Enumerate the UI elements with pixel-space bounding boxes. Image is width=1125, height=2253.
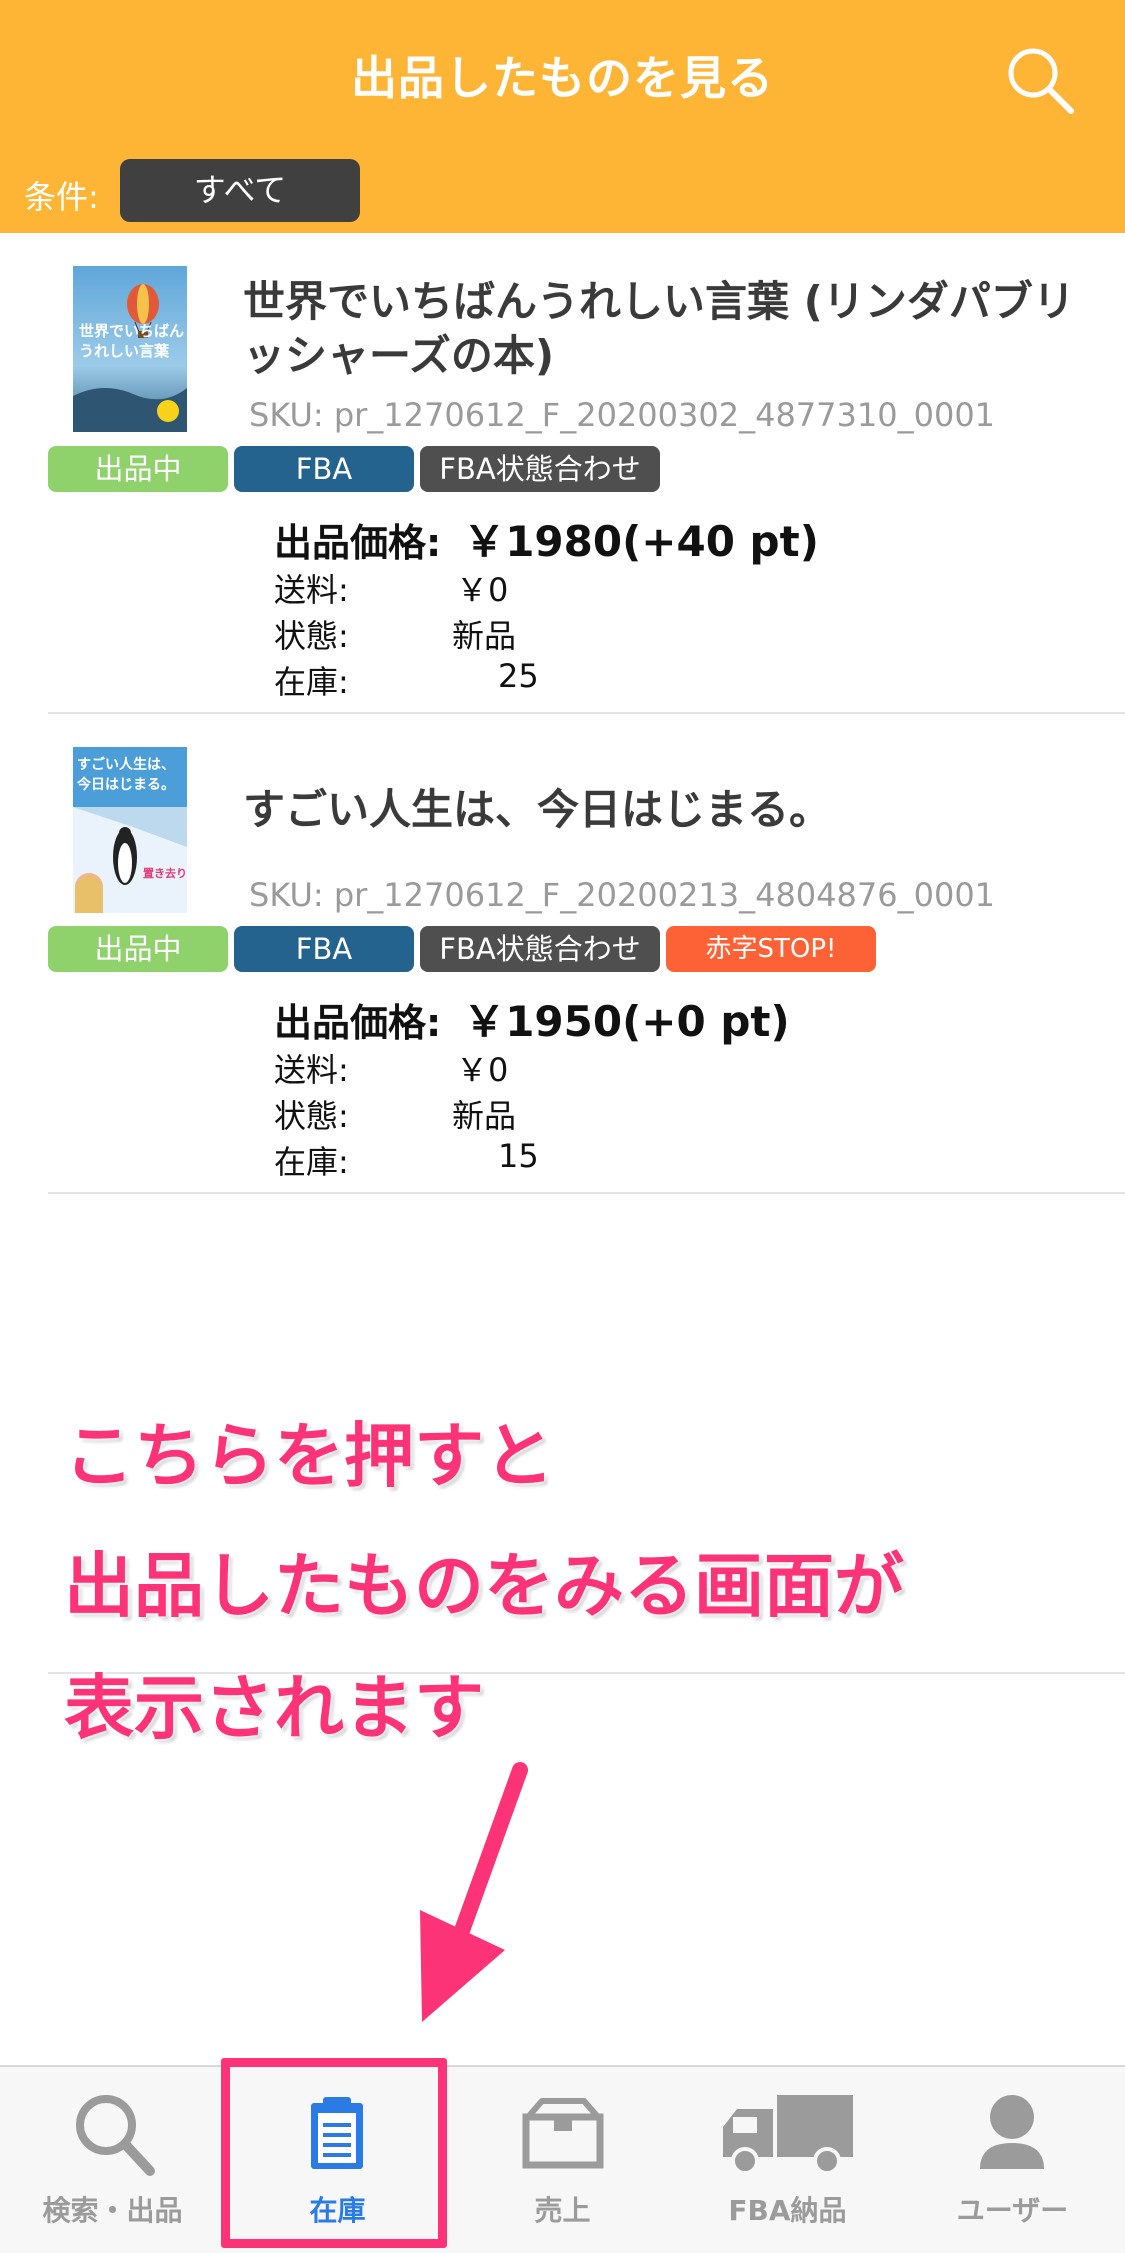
search-button[interactable]	[1005, 45, 1075, 115]
product-sku: SKU: pr_1270612_F_20200213_4804876_0001	[249, 876, 996, 914]
book-cover-image: 世界でいちばん うれしい言葉	[73, 266, 187, 432]
price-row: 出品価格: ￥1950(+0 pt)	[274, 988, 790, 1049]
filter-dropdown[interactable]: すべて	[120, 159, 360, 222]
annotation-arrow	[420, 1762, 528, 2022]
book-cover-image: すごい人生は、 今日はじまる。 置き去り	[73, 747, 187, 913]
annotation-line-2: 出品したものをみる画面が	[64, 1545, 904, 1627]
annotation-line-1: こちらを押すと	[64, 1415, 554, 1497]
tab-fba-delivery[interactable]: FBA納品	[675, 2067, 900, 2253]
user-icon	[980, 2095, 1044, 2169]
annotation-line-3: 表示されます	[64, 1667, 484, 1749]
product-sku: SKU: pr_1270612_F_20200302_4877310_0001	[249, 396, 996, 434]
stock-value: 25	[498, 657, 539, 695]
filter-label: 条件:	[24, 178, 99, 216]
svg-text:うれしい言葉: うれしい言葉	[79, 342, 170, 360]
fba-badge: FBA	[234, 446, 414, 492]
search-icon	[1008, 48, 1074, 114]
page-title: 出品したものを見る	[351, 51, 774, 105]
tab-search-listing[interactable]: 検索・出品	[0, 2067, 225, 2253]
price-label: 出品価格:	[274, 1001, 442, 1045]
status-badge: 出品中	[48, 446, 228, 492]
price-value: ￥1950(+0 pt)	[463, 997, 790, 1046]
annotation-highlight-box	[221, 2058, 447, 2248]
condition-value: 新品	[452, 617, 517, 655]
divider	[48, 1192, 1125, 1194]
loss-stop-badge: 赤字STOP!	[666, 926, 876, 972]
shipping-label: 送料:	[274, 1051, 349, 1089]
price-value: ￥1980(+40 pt)	[463, 517, 819, 566]
tab-user[interactable]: ユーザー	[900, 2067, 1125, 2253]
condition-match-badge: FBA状態合わせ	[420, 446, 660, 492]
list-item[interactable]: 世界でいちばん うれしい言葉 世界でいちばんうれしい言葉 (リンダパブリッシャー…	[0, 233, 1125, 713]
list-item[interactable]: すごい人生は、 今日はじまる。 置き去り すごい人生は、今日はじまる。 SKU:…	[0, 713, 1125, 1193]
fba-badge: FBA	[234, 926, 414, 972]
shipping-label: 送料:	[274, 571, 349, 609]
truck-icon	[723, 2095, 853, 2175]
product-title: すごい人生は、今日はじまる。	[243, 785, 832, 834]
price-row: 出品価格: ￥1980(+40 pt)	[274, 508, 819, 569]
tab-label: ユーザー	[956, 2194, 1069, 2227]
stock-value: 15	[498, 1137, 539, 1175]
stock-label: 在庫:	[274, 1143, 349, 1181]
stock-label: 在庫:	[274, 663, 349, 701]
status-badge: 出品中	[48, 926, 228, 972]
svg-text:世界でいちばん: 世界でいちばん	[79, 322, 184, 340]
condition-label: 状態:	[274, 617, 349, 655]
condition-label: 状態:	[274, 1097, 349, 1135]
tab-label: FBA納品	[728, 2194, 847, 2227]
shipping-value: ￥0	[456, 571, 509, 609]
condition-match-badge: FBA状態合わせ	[420, 926, 660, 972]
shipping-value: ￥0	[456, 1051, 509, 1089]
svg-text:すごい人生は、: すごい人生は、	[77, 756, 175, 773]
tab-bar: 検索・出品 在庫 売上 FBA納品 ユーザー	[0, 2065, 1125, 2253]
header: 出品したものを見る 条件: すべて	[0, 0, 1125, 233]
condition-value: 新品	[452, 1097, 517, 1135]
box-icon	[522, 2098, 604, 2169]
search-icon	[76, 2095, 155, 2176]
tab-label: 検索・出品	[42, 2194, 183, 2227]
tab-label: 売上	[534, 2194, 591, 2227]
product-title: 世界でいちばんうれしい言葉 (リンダパブリッシャーズの本)	[243, 277, 1075, 380]
svg-text:置き去り: 置き去り	[143, 866, 187, 880]
price-label: 出品価格:	[274, 521, 442, 565]
svg-text:今日はじまる。: 今日はじまる。	[76, 776, 175, 793]
tab-sales[interactable]: 売上	[450, 2067, 675, 2253]
